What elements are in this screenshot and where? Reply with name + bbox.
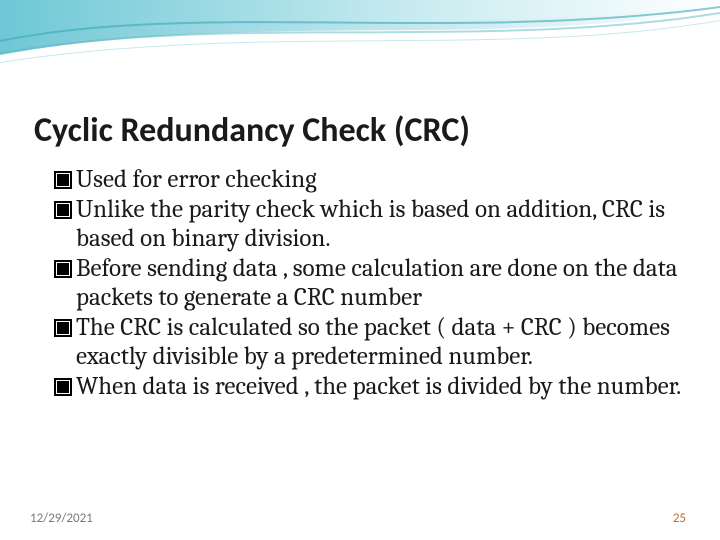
bullet-text: Used for error checking [76,165,686,195]
list-item: Used for error checking [54,165,686,195]
footer-page-number: 25 [673,511,686,526]
bullet-list: Used for error checking Unlike the parit… [34,165,686,401]
bullet-text: When data is received , the packet is di… [76,372,686,402]
slide: Cyclic Redundancy Check (CRC) Used for e… [0,0,720,540]
bullet-text: The CRC is calculated so the packet ( da… [76,313,686,372]
bullet-icon [54,201,72,219]
list-item: The CRC is calculated so the packet ( da… [54,313,686,372]
bullet-text: Before sending data , some calculation a… [76,254,686,313]
bullet-text: Unlike the parity check which is based o… [76,195,686,254]
footer-date: 12/29/2021 [30,511,93,526]
bullet-icon [54,319,72,337]
list-item: Unlike the parity check which is based o… [54,195,686,254]
bullet-icon [54,378,72,396]
slide-content: Cyclic Redundancy Check (CRC) Used for e… [0,0,720,401]
bullet-icon [54,171,72,189]
list-item: When data is received , the packet is di… [54,372,686,402]
list-item: Before sending data , some calculation a… [54,254,686,313]
slide-title: Cyclic Redundancy Check (CRC) [34,110,686,151]
bullet-icon [54,260,72,278]
